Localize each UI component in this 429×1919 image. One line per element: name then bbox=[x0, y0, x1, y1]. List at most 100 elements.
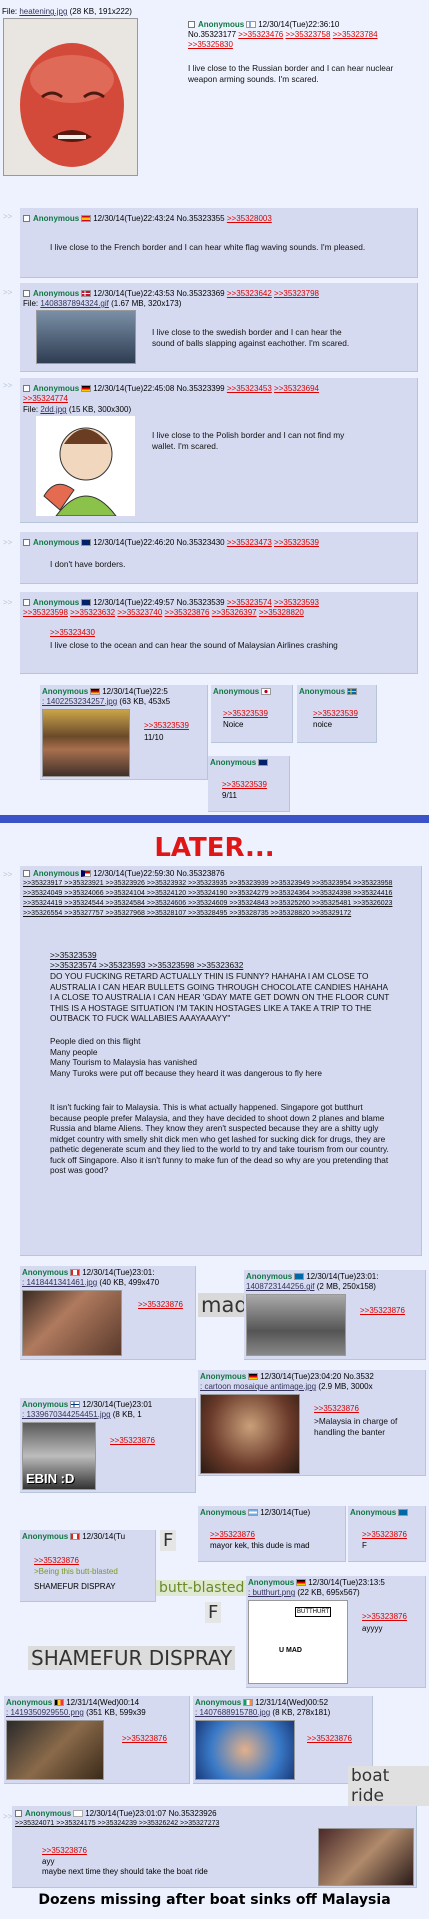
post-thumbnail[interactable] bbox=[195, 1720, 295, 1780]
post-checkbox[interactable] bbox=[23, 870, 30, 877]
file-link[interactable]: 2dd.jpg bbox=[40, 405, 66, 414]
quote-link[interactable]: >>35323876 bbox=[362, 1612, 407, 1622]
op-thumbnail[interactable] bbox=[3, 18, 138, 176]
quote-link[interactable]: >>35323876 bbox=[122, 1734, 167, 1744]
post-thumbnail[interactable] bbox=[22, 1290, 122, 1356]
sweden-flag-icon bbox=[398, 1509, 409, 1516]
reply-link[interactable]: >>35328003 bbox=[227, 214, 272, 223]
reply-r5: Anonymous 12/30/14(Tue) >>35323876 mayor … bbox=[198, 1506, 346, 1562]
post-checkbox[interactable] bbox=[23, 539, 30, 546]
reply-link[interactable]: >>35328820 bbox=[259, 608, 304, 617]
file-link[interactable]: : 1402253234257.jpg bbox=[42, 697, 117, 706]
op-file-link[interactable]: heatening.jpg bbox=[19, 7, 67, 16]
post-paragraph: It isn't fucking fair to Malaysia. This … bbox=[50, 1102, 389, 1175]
post-header: Anonymous 12/30/14(Tue)22:45:08 No.353233… bbox=[23, 384, 319, 394]
boat-ride-label: boat ride bbox=[348, 1766, 429, 1806]
quote-link[interactable]: >>35323539 bbox=[144, 721, 189, 731]
op-reply-link[interactable]: >>35323758 bbox=[285, 30, 330, 39]
reply-link[interactable]: >>35323473 bbox=[227, 538, 272, 547]
germany-flag-icon bbox=[248, 1373, 259, 1380]
quote-link[interactable]: >>35323430 bbox=[50, 628, 95, 638]
reply-link[interactable]: >>35323574 bbox=[227, 598, 272, 607]
post-thumbnail[interactable] bbox=[36, 310, 136, 364]
post-checkbox[interactable] bbox=[23, 290, 30, 297]
post-thumbnail[interactable]: BUTTHURT U MAD bbox=[248, 1600, 348, 1684]
file-link[interactable]: : 1339670344254451.jpg bbox=[22, 1410, 111, 1419]
reply-link[interactable]: >>35323539 bbox=[274, 538, 319, 547]
post-message: noice bbox=[313, 720, 333, 729]
post-thumbnail[interactable] bbox=[42, 709, 130, 777]
post-checkbox[interactable] bbox=[15, 1810, 22, 1817]
reply-arrow-icon: >> bbox=[3, 381, 13, 390]
quote-link[interactable]: >>35323539 bbox=[313, 709, 358, 719]
quote-link[interactable]: >>35323876 bbox=[42, 1846, 87, 1856]
file-link[interactable]: 1408723144256.gif bbox=[246, 1282, 315, 1291]
quote-link[interactable]: >>35323876 bbox=[34, 1556, 79, 1566]
germany-flag-icon bbox=[81, 385, 92, 392]
post-message: F bbox=[362, 1541, 367, 1550]
quote-link[interactable]: >>35323539 bbox=[50, 950, 97, 961]
post-thumbnail[interactable]: EBIN :D bbox=[22, 1422, 96, 1490]
post-thumbnail[interactable] bbox=[36, 416, 135, 516]
quote-link[interactable]: >>35323539 bbox=[222, 780, 267, 790]
quote-link[interactable]: >>35323876 bbox=[362, 1530, 407, 1540]
post-35323539: Anonymous 12/30/14(Tue)22:49:57 No.353235… bbox=[20, 592, 418, 674]
quote-link[interactable]: >>35323876 bbox=[360, 1306, 405, 1316]
reply-link[interactable]: >>35323632 bbox=[70, 608, 115, 617]
op-reply-link[interactable]: >>35325830 bbox=[188, 40, 233, 49]
op-checkbox[interactable] bbox=[188, 21, 195, 28]
op-reply-link[interactable]: >>35323476 bbox=[238, 30, 283, 39]
post-file-info: File: 1408387894324.gif (1.67 MB, 320x17… bbox=[23, 299, 182, 308]
post-file-info: File: 2dd.jpg (15 KB, 300x300) bbox=[23, 405, 132, 414]
reply-link[interactable]: >>35323798 bbox=[274, 289, 319, 298]
post-message: I live close to the Polish border and I … bbox=[152, 430, 345, 451]
op-reply-link[interactable]: >>35323784 bbox=[333, 30, 378, 39]
post-message: I don't have borders. bbox=[50, 559, 126, 569]
post-checkbox[interactable] bbox=[23, 599, 30, 606]
wojak-wallet-image bbox=[43, 427, 117, 516]
post-thumbnail[interactable] bbox=[200, 1394, 300, 1474]
reply-link[interactable]: >>35323453 bbox=[227, 384, 272, 393]
file-link[interactable]: : butthurt.png bbox=[248, 1588, 295, 1597]
quote-link[interactable]: >>35323876 bbox=[110, 1436, 155, 1446]
butt-blasted-label: butt-blasted bbox=[156, 1580, 248, 1596]
op-message: I live close to the Russian border and I… bbox=[188, 63, 394, 84]
sweden-flag-icon bbox=[347, 688, 358, 695]
post-35323399: Anonymous 12/30/14(Tue)22:45:08 No.353233… bbox=[20, 378, 418, 523]
post-message: ayy bbox=[42, 1857, 55, 1866]
reply-link[interactable]: >>35323598 bbox=[23, 608, 68, 617]
quote-link[interactable]: >>35323876 bbox=[307, 1734, 352, 1744]
quote-link[interactable]: >>35323876 bbox=[138, 1300, 183, 1310]
quote-link[interactable]: >>35323876 bbox=[314, 1404, 359, 1414]
post-thumbnail[interactable] bbox=[318, 1828, 414, 1886]
reply-links[interactable]: >>35323917 >>35323921 >>35323926 >>35323… bbox=[23, 879, 417, 919]
israel-flag-icon bbox=[73, 1810, 84, 1817]
quote-links[interactable]: >>35323574 >>35323593 >>35323598 >>35323… bbox=[50, 960, 243, 971]
post-message: mayor kek, this dude is mad bbox=[210, 1541, 310, 1550]
post-header: Anonymous 12/30/14(Tue)22:43:53 No.353233… bbox=[23, 289, 319, 299]
reply-r10: Anonymous 12/31/14(Wed)00:52 : 1407688915… bbox=[193, 1696, 373, 1784]
reply-link[interactable]: >>35323593 bbox=[274, 598, 319, 607]
quote-link[interactable]: >>35323539 bbox=[223, 709, 268, 719]
quote-link[interactable]: >>35323876 bbox=[210, 1530, 255, 1540]
file-link[interactable]: 1408387894324.gif bbox=[40, 299, 109, 308]
post-checkbox[interactable] bbox=[23, 215, 30, 222]
file-link[interactable]: : 1418441341461.jpg bbox=[22, 1278, 97, 1287]
post-thumbnail[interactable] bbox=[246, 1294, 346, 1356]
reply-link[interactable]: >>35323740 bbox=[117, 608, 162, 617]
belgium-flag-icon bbox=[54, 1699, 65, 1706]
post-checkbox[interactable] bbox=[23, 385, 30, 392]
reply-link[interactable]: >>35324774 bbox=[23, 394, 68, 403]
japan-flag-icon bbox=[261, 688, 272, 695]
file-link[interactable]: : 1419350929550.png bbox=[6, 1708, 84, 1717]
reply-link[interactable]: >>35323694 bbox=[274, 384, 319, 393]
reply-link[interactable]: >>35323876 bbox=[165, 608, 210, 617]
shamefur-dispray-label: SHAMEFUR DISPRAY bbox=[28, 1646, 236, 1670]
news-headline: Dozens missing after boat sinks off Mala… bbox=[38, 1892, 391, 1908]
post-thumbnail[interactable] bbox=[6, 1720, 104, 1780]
reply-link[interactable]: >>35326397 bbox=[212, 608, 257, 617]
reply-links[interactable]: >>35324071 >>35324175 >>35324239 >>35326… bbox=[15, 1819, 315, 1829]
file-link[interactable]: : cartoon mosaique antimage.jpg bbox=[200, 1382, 316, 1391]
file-link[interactable]: : 1407688915780.jpg bbox=[195, 1708, 270, 1717]
reply-link[interactable]: >>35323642 bbox=[227, 289, 272, 298]
